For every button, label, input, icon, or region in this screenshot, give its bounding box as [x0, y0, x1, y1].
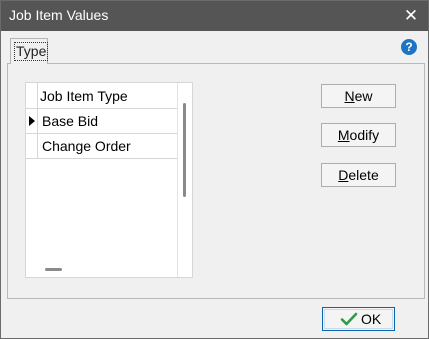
current-row-arrow-icon — [29, 116, 35, 126]
new-button[interactable]: New — [321, 84, 396, 108]
tab-type-label: Type — [14, 42, 49, 61]
row-indicator — [26, 109, 38, 133]
new-button-mnemonic: N — [344, 88, 355, 104]
horizontal-scroll-thumb[interactable] — [45, 268, 62, 271]
help-icon[interactable]: ? — [401, 39, 417, 55]
header-indicator-cell — [26, 83, 38, 108]
delete-button[interactable]: Delete — [321, 163, 396, 187]
ok-button-focus-ring — [324, 309, 393, 329]
check-icon — [340, 312, 358, 326]
modify-button[interactable]: Modify — [321, 123, 396, 147]
column-header-job-item-type[interactable]: Job Item Type — [40, 88, 128, 104]
new-button-label: ew — [354, 88, 373, 104]
row-label[interactable]: Base Bid — [42, 113, 98, 129]
ok-button[interactable]: OK — [322, 307, 395, 331]
job-item-type-grid[interactable]: Job Item Type Base Bid Change Order — [25, 82, 193, 278]
row-indicator — [26, 134, 38, 158]
close-icon[interactable]: ✕ — [400, 5, 422, 27]
table-row[interactable]: Base Bid — [26, 109, 177, 134]
row-label[interactable]: Change Order — [42, 138, 131, 154]
ok-button-label: OK — [361, 311, 382, 327]
modify-button-mnemonic: M — [337, 127, 350, 143]
vertical-scroll-thumb[interactable] — [183, 103, 186, 197]
delete-button-label: elete — [348, 167, 379, 183]
delete-button-mnemonic: D — [338, 167, 349, 183]
dialog-window: Job Item Values ✕ Type ? Job Item Type B… — [0, 0, 429, 339]
vertical-scrollbar[interactable] — [177, 83, 192, 277]
horizontal-scrollbar[interactable] — [26, 263, 177, 277]
table-row[interactable]: Change Order — [26, 134, 177, 159]
title-bar[interactable]: Job Item Values ✕ — [1, 1, 428, 31]
grid-header: Job Item Type — [26, 83, 177, 109]
window-title: Job Item Values — [9, 7, 109, 23]
tab-type[interactable]: Type — [10, 38, 49, 64]
modify-button-label: odify — [349, 127, 380, 143]
